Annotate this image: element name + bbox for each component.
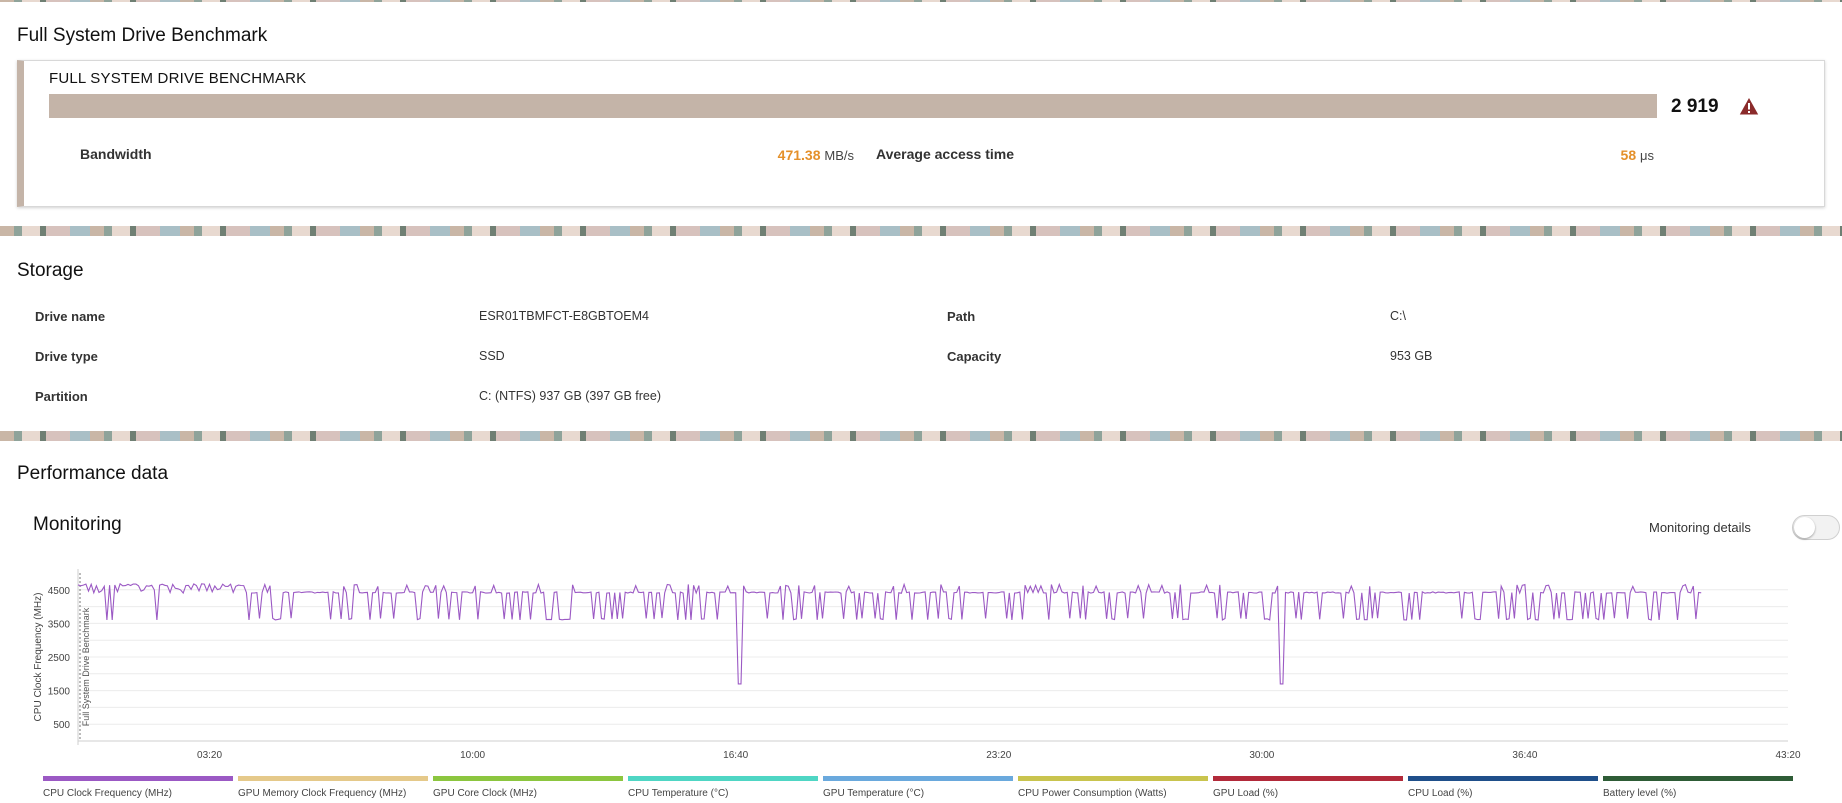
legend-label: CPU Load (%) [1408,788,1473,799]
legend-swatch [433,776,623,781]
legend-label: CPU Temperature (°C) [628,788,729,799]
storage-section-title: Storage [17,260,84,281]
legend-swatch [1603,776,1793,781]
partition-value: C: (NTFS) 937 GB (397 GB free) [479,389,661,403]
legend-swatch [1018,776,1208,781]
benchmark-title: FULL SYSTEM DRIVE BENCHMARK [49,70,307,87]
y-axis-title: CPU Clock Frequency (MHz) [33,593,44,722]
x-tick-label: 43:20 [1775,750,1800,761]
cpu-frequency-series-line [77,582,1702,685]
x-tick-label: 30:00 [1249,750,1274,761]
warning-triangle-icon [1739,98,1759,115]
x-tick-label: 10:00 [460,750,485,761]
access-time-value: 58 μs [1444,147,1654,163]
legend-item[interactable]: CPU Temperature (°C) [628,776,818,799]
legend-swatch [1408,776,1598,781]
storage-section: Storage Drive name ESR01TBMFCT-E8GBTOEM4… [0,236,1842,431]
monitoring-title: Monitoring [33,514,122,535]
benchmark-marker-label: Full System Drive Benchmark [81,607,91,726]
legend-label: Battery level (%) [1603,788,1677,799]
x-tick-label: 16:40 [723,750,748,761]
drive-name-value: ESR01TBMFCT-E8GBTOEM4 [479,309,649,323]
legend-item[interactable]: CPU Load (%) [1408,776,1598,799]
bandwidth-unit: MB/s [824,148,854,163]
x-tick-label: 36:40 [1512,750,1537,761]
drive-name-label: Drive name [35,309,106,324]
access-time-number: 58 [1620,147,1637,163]
wallpaper-strip-1 [0,226,1842,236]
bandwidth-label: Bandwidth [80,146,152,162]
bandwidth-value: 471.38 MB/s [664,147,854,163]
performance-section: Performance data Monitoring Monitoring d… [0,441,1842,803]
access-time-unit: μs [1640,148,1654,163]
x-tick-label: 03:20 [197,750,222,761]
benchmark-section-title: Full System Drive Benchmark [17,25,268,46]
benchmark-result-panel: FULL SYSTEM DRIVE BENCHMARK 2 919 Bandwi… [17,60,1825,207]
path-value: C:\ [1390,309,1406,323]
capacity-label: Capacity [947,349,1002,364]
legend-swatch [1213,776,1403,781]
toggle-knob [1794,517,1815,538]
legend-item[interactable]: GPU Temperature (°C) [823,776,1013,799]
legend-item[interactable]: CPU Clock Frequency (MHz) [43,776,233,799]
legend-item[interactable]: GPU Memory Clock Frequency (MHz) [238,776,428,799]
partition-label: Partition [35,389,88,404]
y-tick-label: 1500 [48,687,71,698]
path-label: Path [947,309,976,324]
legend-label: GPU Temperature (°C) [823,788,925,799]
legend-swatch [238,776,428,781]
performance-section-title: Performance data [17,463,169,484]
legend-item[interactable]: Battery level (%) [1603,776,1793,799]
legend-item[interactable]: CPU Power Consumption (Watts) [1018,776,1208,799]
drive-type-label: Drive type [35,349,98,364]
legend-label: GPU Core Clock (MHz) [433,788,537,799]
drive-type-value: SSD [479,349,505,363]
monitoring-details-toggle[interactable] [1792,515,1840,540]
benchmark-score-bar [49,94,1657,118]
legend-item[interactable]: GPU Core Clock (MHz) [433,776,623,799]
wallpaper-strip-2 [0,431,1842,441]
legend-label: GPU Load (%) [1213,788,1279,799]
y-tick-label: 4500 [48,586,71,597]
benchmark-score: 2 919 [1671,96,1719,117]
legend-swatch [628,776,818,781]
access-time-label: Average access time [876,146,1015,162]
legend-swatch [43,776,233,781]
monitoring-chart: 500 1500 2500 3500 4500 03:20 10:00 16:40 23:20 3… [33,569,1801,761]
capacity-value: 953 GB [1390,349,1433,363]
legend-label: GPU Memory Clock Frequency (MHz) [238,788,407,799]
benchmark-section: Full System Drive Benchmark FULL SYSTEM … [0,2,1842,226]
y-tick-label: 3500 [48,619,71,630]
monitoring-details-label: Monitoring details [1649,520,1751,535]
legend-swatch [823,776,1013,781]
legend-label: CPU Power Consumption (Watts) [1018,788,1167,799]
y-tick-label: 500 [53,720,70,731]
legend-item[interactable]: GPU Load (%) [1213,776,1403,799]
legend-label: CPU Clock Frequency (MHz) [43,788,172,799]
bandwidth-number: 471.38 [777,147,821,163]
y-tick-label: 2500 [48,653,71,664]
x-tick-label: 23:20 [986,750,1011,761]
